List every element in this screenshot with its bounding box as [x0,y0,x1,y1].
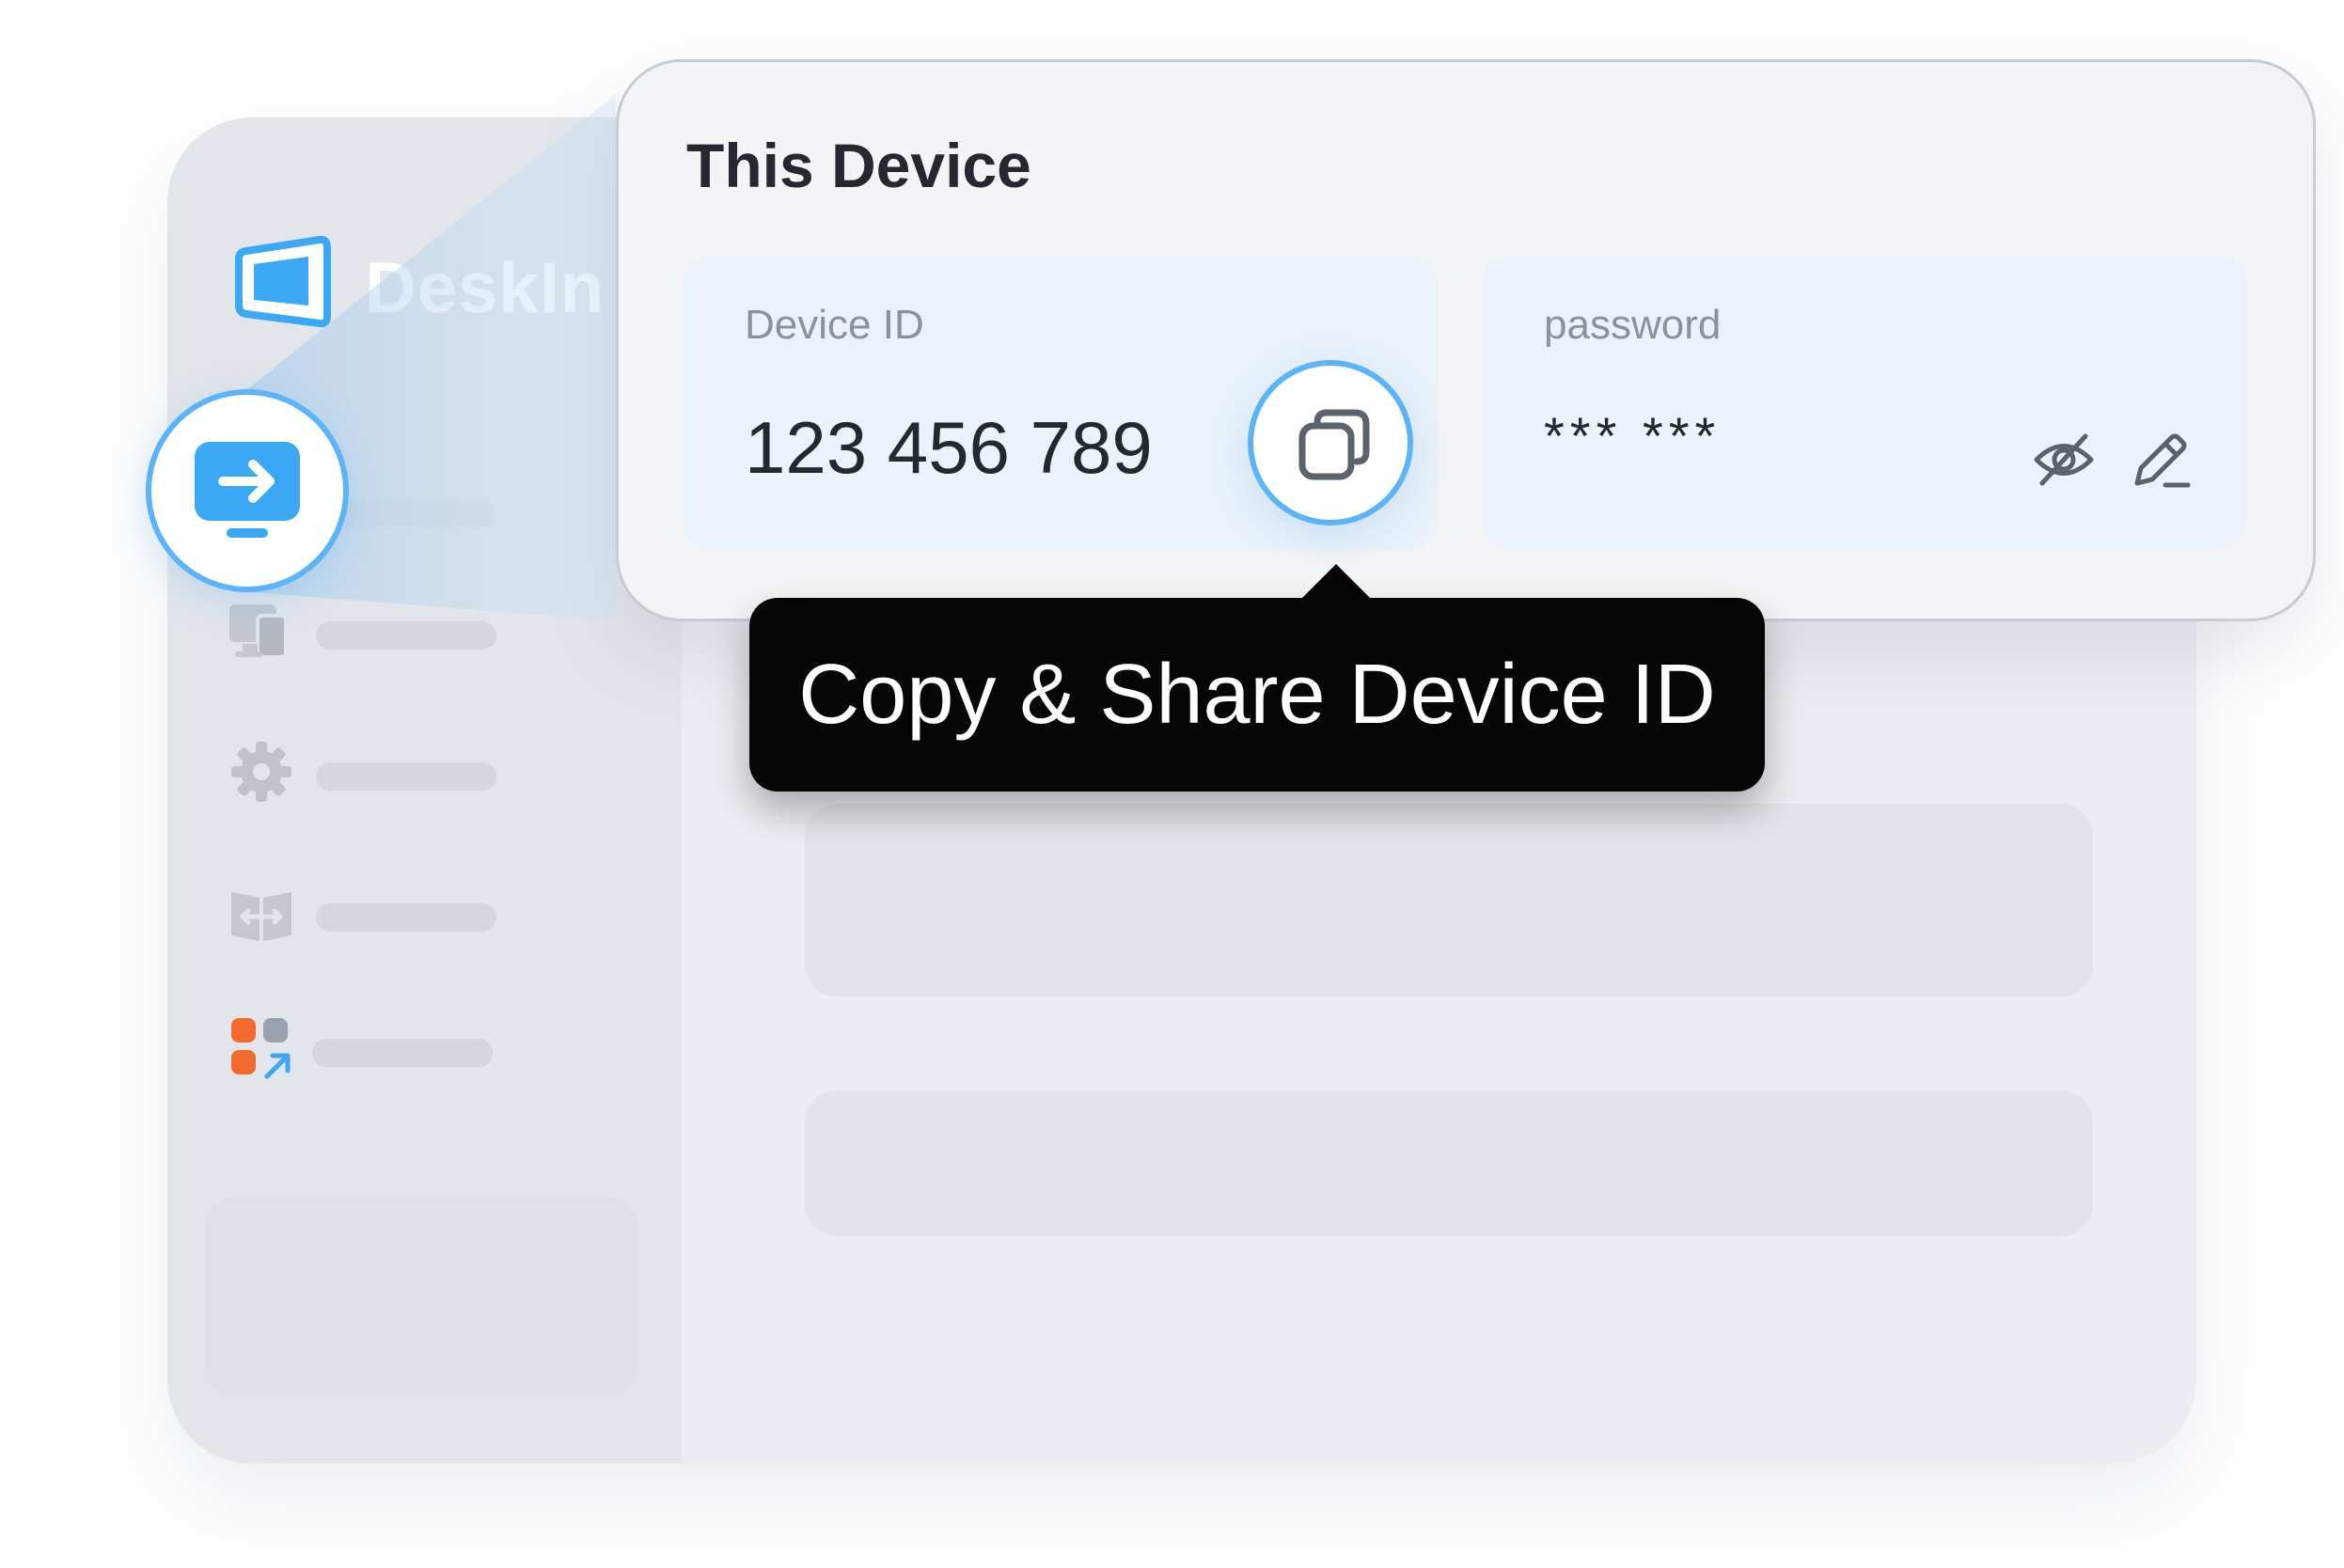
this-device-panel: This Device Device ID 123 456 789 passwo… [616,59,2316,621]
apps-icon [231,1018,291,1079]
pencil-icon[interactable] [2128,427,2194,493]
devices-icon [229,604,288,659]
copy-icon [1298,409,1370,480]
sidebar-item-label-placeholder [316,621,496,650]
device-id-label: Device ID [745,302,924,348]
deskin-logo-icon [235,235,331,328]
tooltip-arrow [1300,564,1372,600]
sidebar-item-label-placeholder [312,1039,493,1067]
copy-device-id-button[interactable] [1248,360,1413,525]
sidebar-item-apps[interactable] [224,1011,619,1086]
gear-icon [231,742,291,802]
remote-connect-icon [195,442,300,538]
copy-share-tooltip: Copy & Share Device ID [749,598,1765,792]
file-transfer-icon [231,892,291,941]
sidebar-account-card [205,1197,637,1396]
sidebar-item-settings[interactable] [224,734,619,809]
panel-title: This Device [686,131,1031,200]
sidebar: DeskIn [167,118,682,1464]
password-value: *** *** [1544,406,1722,465]
tooltip-text: Copy & Share Device ID [798,648,1716,742]
device-id-value: 123 456 789 [745,406,1153,489]
content-card [805,1090,2093,1236]
eye-off-icon[interactable] [2031,427,2097,493]
password-label: password [1544,302,1722,348]
active-nav-highlight[interactable] [146,389,349,592]
brand-name: DeskIn [365,248,606,328]
sidebar-item-label-placeholder [316,762,496,791]
sidebar-item-label-placeholder [316,903,496,932]
content-card [805,804,2093,996]
password-field: password *** *** [1481,255,2247,551]
sidebar-item-devices[interactable] [224,593,619,668]
sidebar-item-transfer[interactable] [224,875,619,950]
